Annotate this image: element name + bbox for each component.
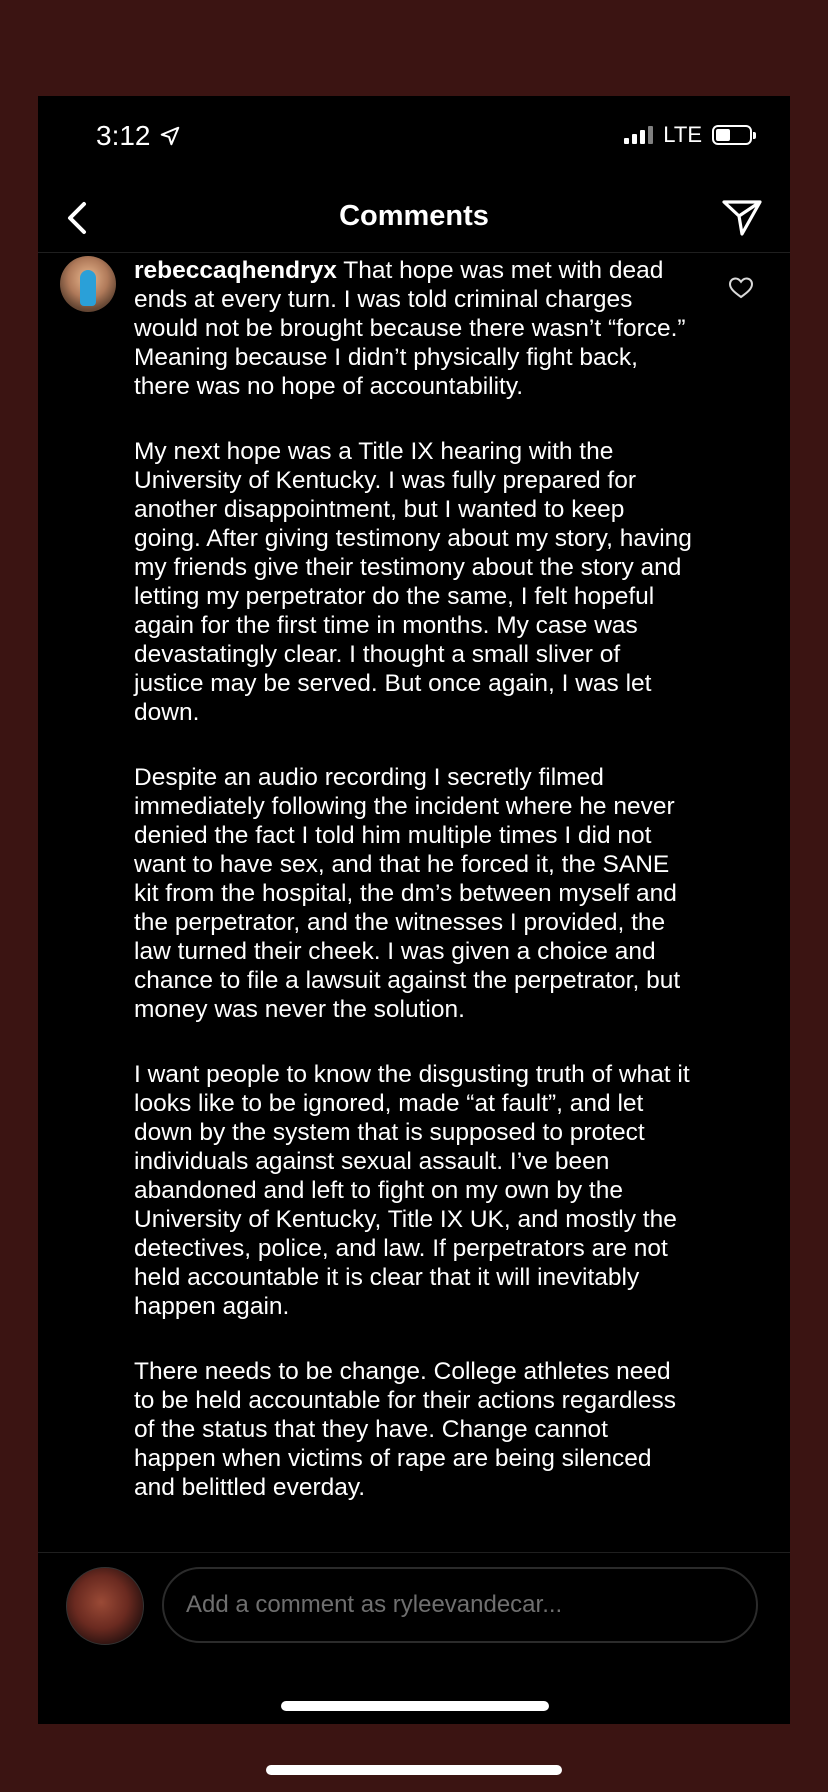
comment-paragraph: rebeccaqhendryx That hope was met with d…	[134, 256, 694, 401]
commenter-avatar[interactable]	[60, 256, 116, 312]
battery-icon	[712, 125, 756, 145]
comment-paragraph-4: I want people to know the disgusting tru…	[134, 1061, 690, 1320]
time-label: 3:12	[96, 120, 151, 151]
comments-header: Comments	[38, 192, 790, 253]
comment-paragraph-3: Despite an audio recording I secretly fi…	[134, 764, 681, 1023]
current-user-avatar	[66, 1567, 144, 1645]
status-indicators: LTE	[624, 122, 756, 148]
status-bar: 3:12 LTE	[38, 96, 790, 176]
comment-input[interactable]	[162, 1567, 758, 1643]
comment-paragraph-2: My next hope was a Title IX hearing with…	[134, 438, 692, 726]
page-title: Comments	[339, 200, 489, 232]
heart-outline-icon	[728, 277, 754, 299]
avatar-figure	[80, 270, 96, 306]
home-indicator-outer[interactable]	[266, 1765, 562, 1775]
comment-body: rebeccaqhendryx That hope was met with d…	[134, 256, 694, 1538]
location-arrow-icon	[160, 126, 179, 146]
phone-screen: 3:12 LTE Comments rebeccaqhendryx That h…	[38, 96, 790, 1724]
home-indicator[interactable]	[281, 1701, 549, 1711]
comment-composer	[38, 1552, 790, 1724]
cell-signal-icon	[624, 126, 654, 144]
comment-list[interactable]: rebeccaqhendryx That hope was met with d…	[38, 256, 790, 1552]
network-label: LTE	[663, 122, 702, 147]
comment-paragraph-5: There needs to be change. College athlet…	[134, 1358, 677, 1501]
share-button[interactable]	[720, 196, 764, 240]
like-button[interactable]	[728, 276, 754, 300]
paper-plane-icon	[722, 200, 762, 236]
comment-username[interactable]: rebeccaqhendryx	[134, 257, 337, 284]
status-time: 3:12	[96, 120, 181, 152]
